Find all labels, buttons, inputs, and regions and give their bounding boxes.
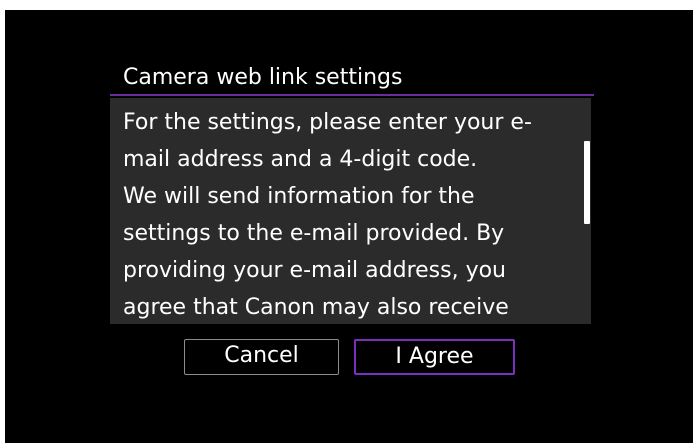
scrollbar-thumb[interactable] xyxy=(584,141,590,224)
message-line: For the settings, please enter your e- xyxy=(123,110,532,135)
title-divider xyxy=(110,94,594,96)
message-line: settings to the e-mail provided. By xyxy=(123,221,505,246)
message-text: For the settings, please enter your e- m… xyxy=(110,98,583,324)
message-line: agree that Canon may also receive xyxy=(123,295,509,320)
cancel-button[interactable]: Cancel xyxy=(184,339,339,375)
message-line: providing your e-mail address, you xyxy=(123,258,507,283)
agree-button[interactable]: I Agree xyxy=(354,339,515,375)
scrollbar-track[interactable] xyxy=(583,98,591,324)
dialog-title: Camera web link settings xyxy=(123,65,403,90)
message-panel[interactable]: For the settings, please enter your e- m… xyxy=(110,98,583,324)
message-line: mail address and a 4-digit code. xyxy=(123,147,478,172)
message-line: We will send information for the xyxy=(123,184,475,209)
